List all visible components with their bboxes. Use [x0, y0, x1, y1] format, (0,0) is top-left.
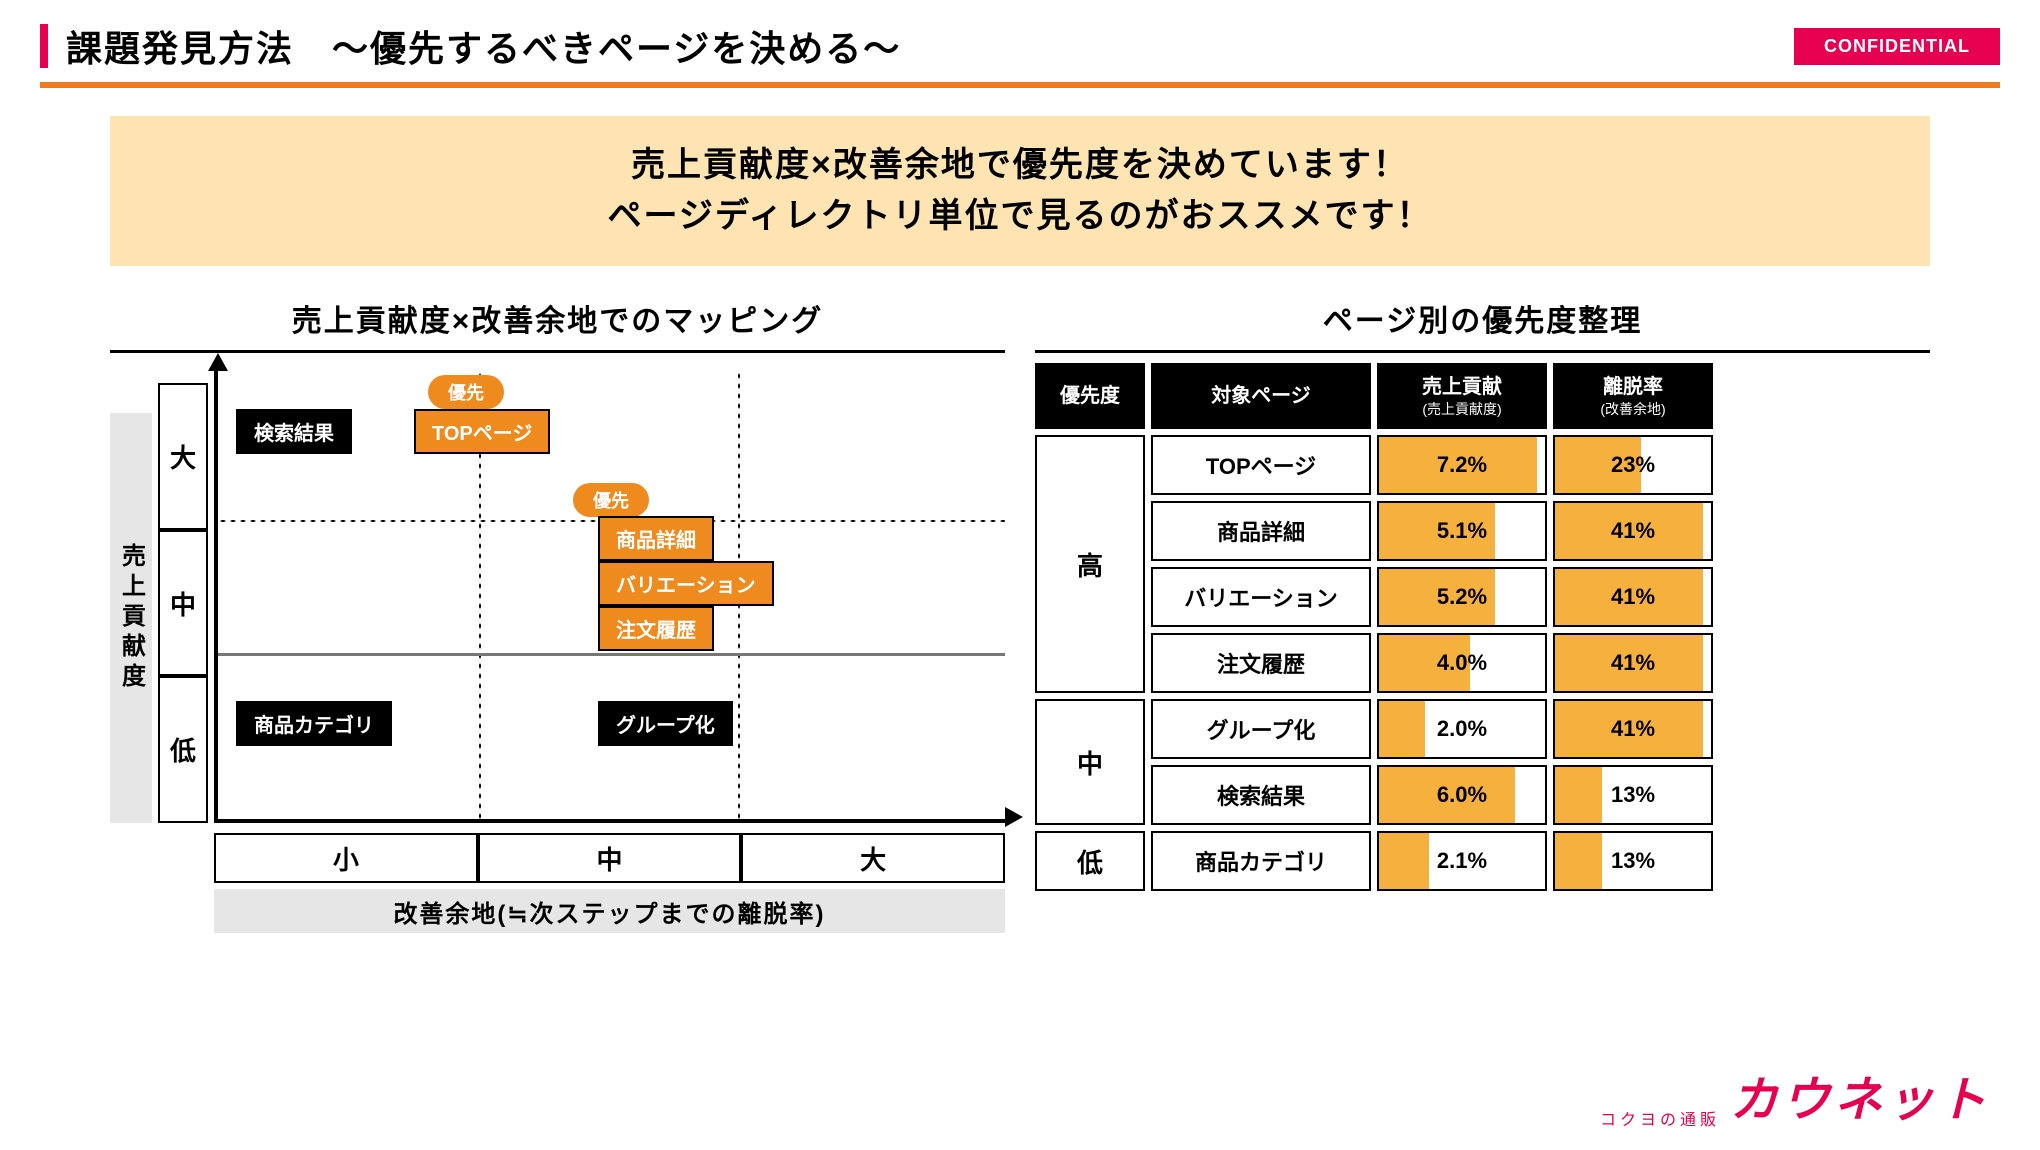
x-axis-scale: 小 中 大	[214, 833, 1005, 883]
priority-cell: 高	[1035, 435, 1145, 693]
cell-page: 注文履歴	[1151, 633, 1371, 693]
cell-sales: 5.1%	[1377, 501, 1547, 561]
th-page: 対象ページ	[1151, 363, 1371, 429]
cell-sales: 4.0%	[1377, 633, 1547, 693]
tag-variation: バリエーション	[598, 561, 774, 606]
slide-footer: コクヨの通販 カウネット	[1600, 1060, 1990, 1130]
cell-exit: 41%	[1553, 567, 1713, 627]
quadrant-plot: 優先 検索結果 TOPページ 優先 商品詳細 バリエーション 注文履歴 商品カテ…	[214, 371, 1005, 823]
mapping-panel: 売上貢献度×改善余地でのマッピング 売上貢献度 大 中 低 優先 検索結果 TO…	[110, 286, 1005, 943]
cell-exit: 41%	[1553, 699, 1713, 759]
cell-sales: 2.0%	[1377, 699, 1547, 759]
slide-header: 課題発見方法 〜優先するべきページを決める〜 CONFIDENTIAL	[40, 20, 2000, 72]
tag-category: 商品カテゴリ	[236, 701, 392, 746]
cell-page: グループ化	[1151, 699, 1371, 759]
x-tick-large: 大	[741, 833, 1005, 883]
priority-table-panel: ページ別の優先度整理 優先度高中低 対象ページTOPページ商品詳細バリエーション注…	[1035, 286, 1930, 943]
cell-exit: 41%	[1553, 633, 1713, 693]
accent-bar	[40, 24, 48, 68]
page-title: 課題発見方法 〜優先するべきページを決める〜	[66, 20, 901, 72]
cell-exit: 13%	[1553, 831, 1713, 891]
priority-cell: 中	[1035, 699, 1145, 825]
tag-top: TOPページ	[414, 409, 550, 454]
priority-pill-1: 優先	[428, 375, 504, 409]
cell-exit: 13%	[1553, 765, 1713, 825]
banner-line-1: 売上貢献度×改善余地で優先度を決めています！	[134, 140, 1906, 191]
y-axis-scale: 大 中 低	[158, 383, 208, 823]
cell-exit: 41%	[1553, 501, 1713, 561]
y-tick-low: 低	[158, 676, 208, 823]
tag-history: 注文履歴	[598, 606, 714, 651]
divider	[40, 82, 2000, 88]
cell-sales: 5.2%	[1377, 567, 1547, 627]
x-axis-label: 改善余地(≒次ステップまでの離脱率)	[214, 889, 1005, 933]
footer-tagline: コクヨの通販	[1600, 1106, 1720, 1130]
cell-page: TOPページ	[1151, 435, 1371, 495]
cell-sales: 7.2%	[1377, 435, 1547, 495]
priority-cell: 低	[1035, 831, 1145, 891]
th-exit: 離脱率(改善余地)	[1553, 363, 1713, 429]
cell-exit: 23%	[1553, 435, 1713, 495]
tag-group: グループ化	[598, 701, 733, 746]
tag-search: 検索結果	[236, 409, 352, 454]
priority-table: 優先度高中低 対象ページTOPページ商品詳細バリエーション注文履歴グループ化検索結…	[1035, 363, 1930, 891]
cell-page: バリエーション	[1151, 567, 1371, 627]
cell-page: 商品カテゴリ	[1151, 831, 1371, 891]
priority-pill-2: 優先	[573, 483, 649, 517]
highlight-banner: 売上貢献度×改善余地で優先度を決めています！ ページディレクトリ単位で見るのがお…	[110, 116, 1930, 266]
cell-page: 検索結果	[1151, 765, 1371, 825]
th-priority: 優先度	[1035, 363, 1145, 429]
confidential-badge: CONFIDENTIAL	[1794, 28, 2000, 65]
y-tick-mid: 中	[158, 530, 208, 677]
th-sales: 売上貢献(売上貢献度)	[1377, 363, 1547, 429]
banner-line-2: ページディレクトリ単位で見るのがおススメです！	[134, 191, 1906, 242]
footer-logo: カウネット	[1730, 1060, 1990, 1130]
tag-detail: 商品詳細	[598, 516, 714, 561]
table-subhead: ページ別の優先度整理	[1035, 286, 1930, 353]
x-tick-small: 小	[214, 833, 478, 883]
mapping-subhead: 売上貢献度×改善余地でのマッピング	[110, 286, 1005, 353]
y-axis-label: 売上貢献度	[110, 413, 152, 823]
cell-sales: 2.1%	[1377, 831, 1547, 891]
x-tick-mid: 中	[478, 833, 742, 883]
y-tick-large: 大	[158, 383, 208, 530]
cell-sales: 6.0%	[1377, 765, 1547, 825]
cell-page: 商品詳細	[1151, 501, 1371, 561]
